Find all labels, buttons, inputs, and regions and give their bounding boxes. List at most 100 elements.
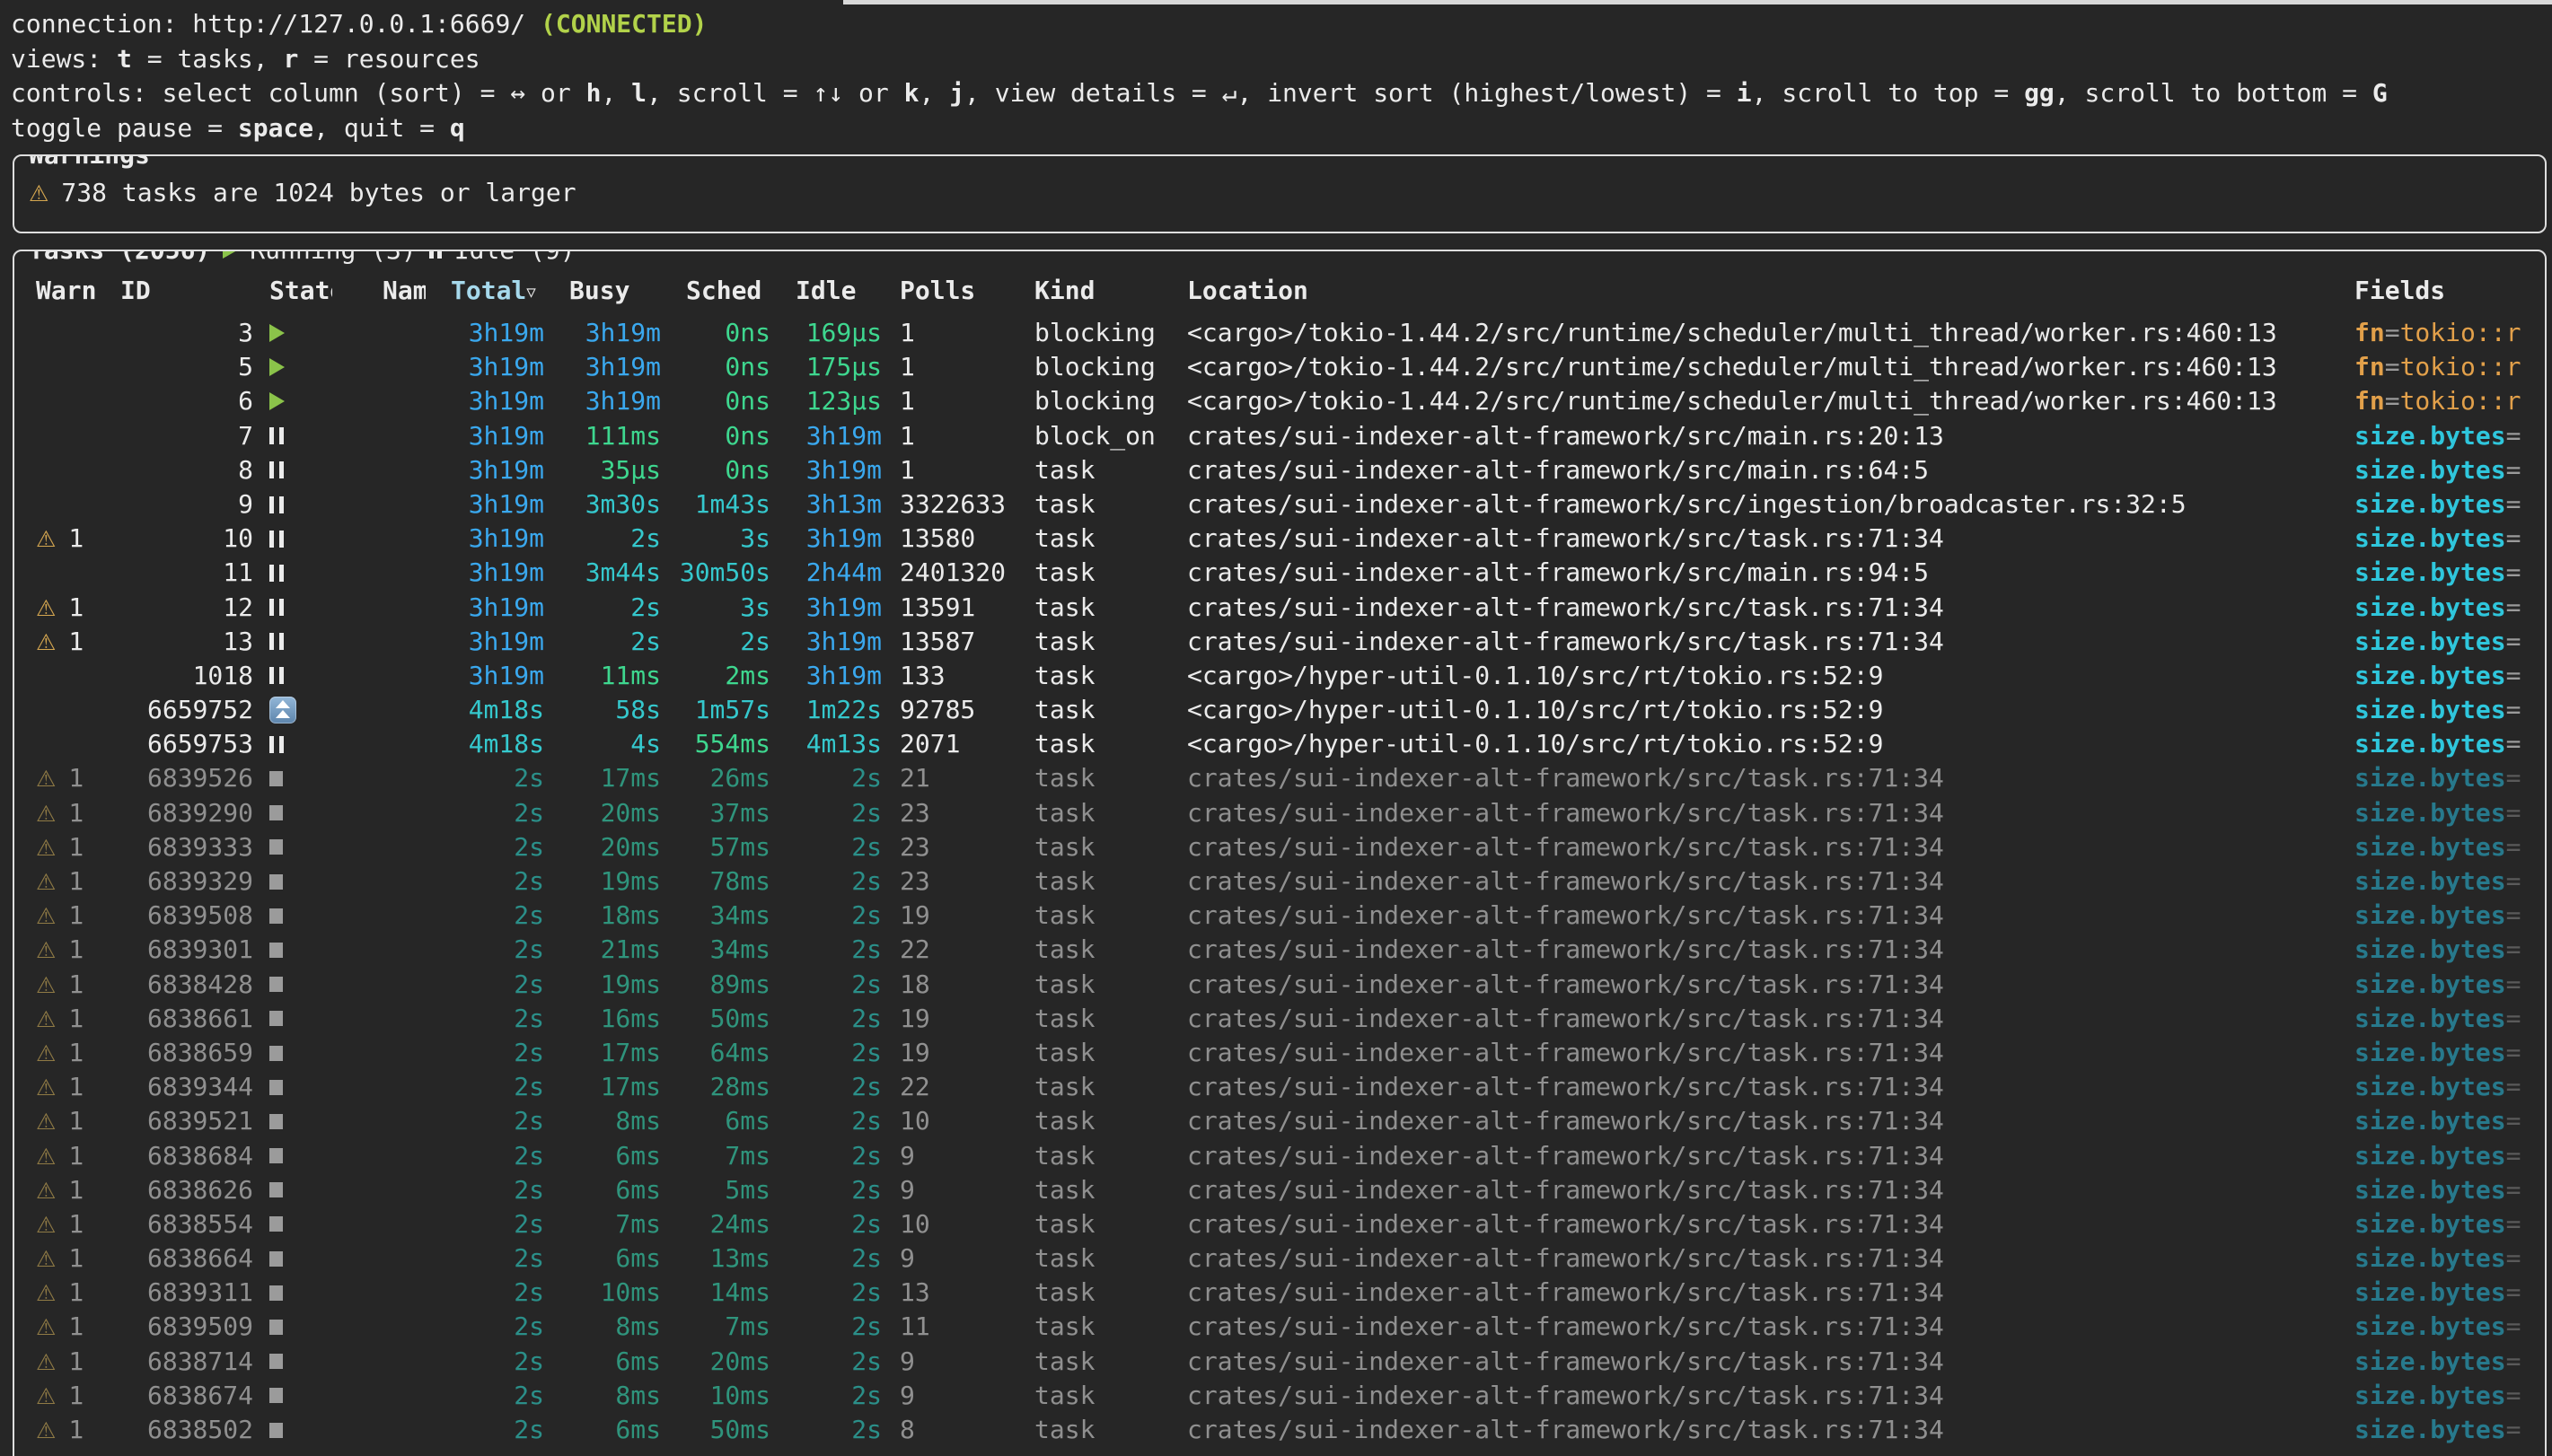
field-segment: =: [2506, 969, 2521, 999]
column-header-location[interactable]: Location: [1187, 273, 2354, 316]
task-row[interactable]: ⚠168393332s20ms57ms2s23taskcrates/sui-in…: [14, 830, 2545, 864]
task-row[interactable]: ⚠168387142s6ms20ms2s9taskcrates/sui-inde…: [14, 1345, 2545, 1379]
cell-name: [332, 1139, 426, 1173]
column-header-busy[interactable]: Busy: [544, 273, 661, 316]
status-line-views: views: t = tasks, r = resources: [11, 42, 2552, 77]
cell-name: [332, 761, 426, 795]
cell-id: 6839333: [110, 830, 253, 864]
cell-kind: task: [1034, 1139, 1187, 1173]
field-segment: fn: [2354, 386, 2385, 416]
cell-warn: ⚠1: [31, 796, 110, 830]
cell-sched: 50ms: [661, 1002, 770, 1036]
task-row[interactable]: ⚠168384282s19ms89ms2s18taskcrates/sui-in…: [14, 968, 2545, 1002]
task-row[interactable]: 63h19m3h19m0ns123µs1blocking<cargo>/toki…: [14, 384, 2545, 418]
task-row[interactable]: 73h19m111ms0ns3h19m1block_oncrates/sui-i…: [14, 419, 2545, 453]
warning-icon: ⚠: [36, 835, 68, 861]
column-header-polls[interactable]: Polls: [882, 273, 1034, 316]
cell-id: 9: [110, 487, 253, 522]
field-segment: =: [2506, 1106, 2521, 1136]
task-row[interactable]: 66597534m18s4s554ms4m13s2071task<cargo>/…: [14, 727, 2545, 761]
task-row[interactable]: 83h19m35µs0ns3h19m1taskcrates/sui-indexe…: [14, 453, 2545, 487]
task-row[interactable]: ⚠168395082s18ms34ms2s19taskcrates/sui-in…: [14, 899, 2545, 933]
task-row[interactable]: ⚠168386592s17ms64ms2s19taskcrates/sui-in…: [14, 1036, 2545, 1070]
cell-id: 6838714: [110, 1345, 253, 1379]
cell-sched: 0ns: [661, 453, 770, 487]
task-row[interactable]: ⚠168395262s17ms26ms2s21taskcrates/sui-in…: [14, 761, 2545, 795]
task-row[interactable]: ⚠168385542s7ms24ms2s10taskcrates/sui-ind…: [14, 1207, 2545, 1241]
cell-busy: 3m30s: [544, 487, 661, 522]
running-count-label: Running (3): [250, 250, 416, 268]
task-row[interactable]: 66597524m18s58s1m57s1m22s92785task<cargo…: [14, 693, 2545, 727]
field-segment: size.bytes: [2354, 1106, 2506, 1136]
cell-fields: size.bytes=: [2354, 453, 2545, 487]
field-segment: =: [2506, 1038, 2521, 1067]
column-header-state[interactable]: State: [253, 273, 332, 316]
warn-count: 1: [68, 1141, 84, 1171]
cell-name: [332, 899, 426, 933]
task-row[interactable]: ⚠168392902s20ms37ms2s23taskcrates/sui-in…: [14, 796, 2545, 830]
cell-warn: [31, 384, 110, 418]
column-header-id[interactable]: ID: [110, 273, 253, 316]
cell-total: 2s: [426, 1276, 544, 1310]
task-row[interactable]: 33h19m3h19m0ns169µs1blocking<cargo>/toki…: [14, 316, 2545, 350]
task-row[interactable]: ⚠168386612s16ms50ms2s19taskcrates/sui-in…: [14, 1002, 2545, 1036]
warn-count: 1: [68, 1106, 84, 1136]
field-segment: tokio::r: [2400, 318, 2521, 347]
task-row[interactable]: ⚠1123h19m2s3s3h19m13591taskcrates/sui-in…: [14, 591, 2545, 625]
cell-warn: [31, 316, 110, 350]
field-segment: size.bytes: [2354, 1311, 2506, 1341]
warn-count: 1: [68, 1072, 84, 1101]
task-row[interactable]: ⚠168395212s8ms6ms2s10taskcrates/sui-inde…: [14, 1104, 2545, 1138]
warning-icon: ⚠: [36, 1246, 68, 1272]
task-row[interactable]: ⚠168393112s10ms14ms2s13taskcrates/sui-in…: [14, 1276, 2545, 1310]
cell-name: [332, 1070, 426, 1104]
cell-kind: blocking: [1034, 384, 1187, 418]
task-row[interactable]: ⚠168393442s17ms28ms2s22taskcrates/sui-in…: [14, 1070, 2545, 1104]
cell-idle: 2s: [770, 933, 882, 967]
cell-location: crates/sui-indexer-alt-framework/src/tas…: [1187, 1379, 2354, 1413]
task-row[interactable]: ⚠1133h19m2s2s3h19m13587taskcrates/sui-in…: [14, 625, 2545, 659]
task-row[interactable]: ⚠168395092s8ms7ms2s11taskcrates/sui-inde…: [14, 1310, 2545, 1344]
cell-location: crates/sui-indexer-alt-framework/src/tas…: [1187, 864, 2354, 899]
task-row[interactable]: 53h19m3h19m0ns175µs1blocking<cargo>/toki…: [14, 350, 2545, 384]
cell-sched: 554ms: [661, 727, 770, 761]
field-segment: size.bytes: [2354, 455, 2506, 485]
cell-busy: 19ms: [544, 968, 661, 1002]
task-row[interactable]: ⚠168393292s19ms78ms2s23taskcrates/sui-in…: [14, 864, 2545, 899]
cell-idle: 2s: [770, 1104, 882, 1138]
idle-icon: [429, 250, 442, 259]
task-row[interactable]: ⚠168386262s6ms5ms2s9taskcrates/sui-index…: [14, 1173, 2545, 1207]
task-row[interactable]: ⚠168386742s8ms10ms2s9taskcrates/sui-inde…: [14, 1379, 2545, 1413]
column-header-sched[interactable]: Sched: [661, 273, 770, 316]
cell-warn: ⚠1: [31, 1139, 110, 1173]
column-header-warn[interactable]: Warn: [31, 273, 110, 316]
cell-location: crates/sui-indexer-alt-framework/src/tas…: [1187, 1413, 2354, 1447]
cell-busy: 3h19m: [544, 316, 661, 350]
cell-location: crates/sui-indexer-alt-framework/src/tas…: [1187, 1345, 2354, 1379]
column-header-fields[interactable]: Fields: [2354, 273, 2545, 316]
warning-icon: ⚠: [36, 1280, 68, 1306]
cell-name: [332, 591, 426, 625]
cell-name: [332, 1345, 426, 1379]
task-row[interactable]: ⚠168386842s6ms7ms2s9taskcrates/sui-index…: [14, 1139, 2545, 1173]
cell-location: crates/sui-indexer-alt-framework/src/tas…: [1187, 1104, 2354, 1138]
column-header-idle[interactable]: Idle: [770, 273, 882, 316]
task-row[interactable]: 93h19m3m30s1m43s3h13m3322633taskcrates/s…: [14, 487, 2545, 522]
cell-state: [253, 1241, 332, 1276]
warning-icon: ⚠: [36, 1383, 68, 1409]
cell-polls: 13591: [882, 591, 1034, 625]
task-row[interactable]: ⚠168386642s6ms13ms2s9taskcrates/sui-inde…: [14, 1241, 2545, 1276]
cell-name: [332, 1413, 426, 1447]
warning-icon: ⚠: [36, 595, 68, 621]
cell-polls: 18: [882, 968, 1034, 1002]
task-row[interactable]: ⚠168393012s21ms34ms2s22taskcrates/sui-in…: [14, 933, 2545, 967]
task-row[interactable]: 10183h19m11ms2ms3h19m133task<cargo>/hype…: [14, 659, 2545, 693]
task-row[interactable]: ⚠168385022s6ms50ms2s8taskcrates/sui-inde…: [14, 1413, 2545, 1447]
task-row[interactable]: 113h19m3m44s30m50s2h44m2401320taskcrates…: [14, 556, 2545, 590]
idle-state-icon: [269, 667, 284, 684]
task-row[interactable]: ⚠1103h19m2s3s3h19m13580taskcrates/sui-in…: [14, 522, 2545, 556]
column-header-name[interactable]: Name: [332, 273, 426, 316]
column-header-total[interactable]: Total▿: [426, 273, 544, 316]
cell-name: [332, 1002, 426, 1036]
column-header-kind[interactable]: Kind: [1034, 273, 1187, 316]
